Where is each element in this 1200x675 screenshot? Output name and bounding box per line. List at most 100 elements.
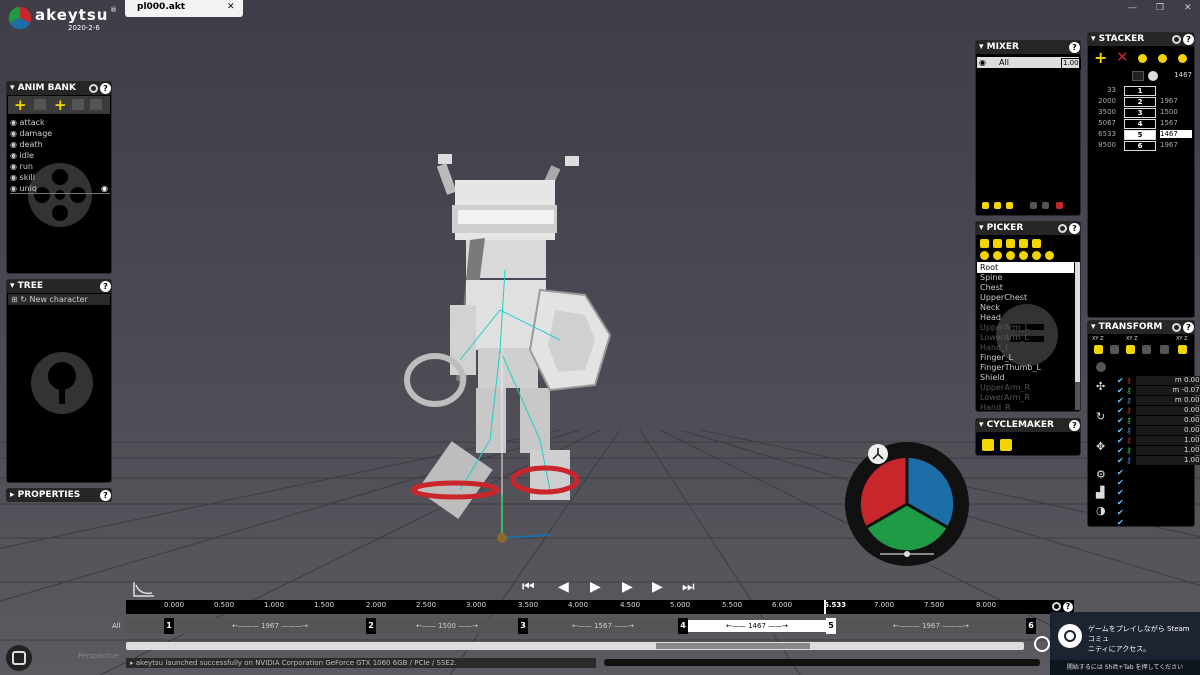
key-slot-selected[interactable]: 5 [1124, 130, 1156, 140]
rotate-z-field[interactable]: 0.000 [1136, 426, 1200, 435]
key-icon[interactable]: ⚷ [1126, 446, 1134, 455]
picker-settings-icon[interactable] [1058, 224, 1067, 233]
scale-icon[interactable]: ✥ [1096, 440, 1105, 453]
play-icon[interactable]: ▶ [590, 579, 601, 595]
anim-item[interactable]: ◉ run [10, 161, 33, 172]
stacker-clock-icon[interactable] [1148, 71, 1158, 81]
pick-bone-icon[interactable] [1006, 239, 1015, 248]
x-checkbox[interactable]: ✔ [1117, 436, 1125, 445]
key-marker[interactable]: 2 [366, 618, 376, 634]
key-icon[interactable]: ⚷ [1126, 426, 1134, 435]
tangent-icon[interactable]: ⚙ [1096, 468, 1106, 481]
file-tab[interactable]: pl000.akt ✕ [125, 0, 243, 17]
manipulator-wheel[interactable] [840, 436, 975, 566]
key-loop-icon[interactable] [1178, 54, 1187, 63]
viewport-menu-button[interactable] [6, 645, 32, 671]
add-anim-icon[interactable]: + [54, 96, 67, 114]
checkbox[interactable]: ✔ [1117, 508, 1125, 517]
transform-settings-icon[interactable] [1172, 323, 1181, 332]
eye-icon[interactable]: ◉ [979, 57, 986, 68]
duplicate-icon[interactable] [72, 99, 84, 110]
lock-icon[interactable] [1178, 345, 1187, 354]
pick-circle-icon[interactable] [1045, 251, 1054, 260]
timeline-scrollbar[interactable] [126, 642, 1024, 650]
mixer-tool-icon[interactable] [1030, 202, 1037, 209]
z-checkbox[interactable]: ✔ [1117, 396, 1125, 405]
key-duration-selected[interactable]: 1467 [1160, 130, 1192, 138]
key-marker[interactable]: 6 [1026, 618, 1036, 634]
go-to-end-icon[interactable]: ⏭ [682, 579, 695, 595]
checkbox[interactable]: ✔ [1117, 518, 1125, 527]
key-icon[interactable]: ⚷ [1126, 396, 1134, 405]
pick-circle-icon[interactable] [1006, 251, 1015, 260]
anim-item[interactable]: ◉ attack [10, 117, 45, 128]
lock-icon[interactable] [1126, 345, 1135, 354]
timeline-settings-icon[interactable] [1052, 602, 1061, 611]
folder-icon[interactable] [34, 99, 46, 110]
checkbox[interactable]: ✔ [1117, 478, 1125, 487]
cyclemaker-header[interactable]: ▾ CYCLEMAKER [976, 419, 1080, 432]
play-forward-icon[interactable]: ▶ [622, 579, 633, 595]
properties-help-button[interactable]: ? [100, 490, 111, 501]
anim-item-selected[interactable]: ◉ uniq ◉ [10, 183, 110, 194]
rotate-x-field[interactable]: 0.000 [1136, 406, 1200, 415]
y-checkbox[interactable]: ✔ [1117, 386, 1125, 395]
key-slot[interactable]: 4 [1124, 119, 1156, 129]
tree-help-button[interactable]: ? [100, 281, 111, 292]
key-marker[interactable]: 4 [678, 618, 688, 634]
tree-root-node[interactable]: ⊞ ↻ New character [8, 294, 110, 305]
cyclemaker-help-button[interactable]: ? [1069, 420, 1080, 431]
bone-list-scrollbar[interactable] [1075, 262, 1080, 410]
rotate-y-field[interactable]: 0.000 [1136, 416, 1200, 425]
translate-z-field[interactable]: m 0.000 [1136, 396, 1200, 405]
key-marker[interactable]: 1 [164, 618, 174, 634]
timeline-help-button[interactable]: ? [1063, 602, 1073, 612]
key-slot[interactable]: 3 [1124, 108, 1156, 118]
zoom-icon[interactable] [1034, 636, 1050, 652]
rotate-icon[interactable]: ↻ [1096, 410, 1105, 423]
pick-circle-icon[interactable] [1019, 251, 1028, 260]
checkbox[interactable]: ✔ [1117, 488, 1125, 497]
close-window-button[interactable]: ✕ [1184, 3, 1192, 13]
pick-circle-icon[interactable] [993, 251, 1002, 260]
pick-bone-icon[interactable] [993, 239, 1002, 248]
maximize-button[interactable]: ❐ [1156, 3, 1164, 13]
file-tab-close-button[interactable]: ✕ [227, 2, 235, 12]
key-icon[interactable]: ⚷ [1126, 436, 1134, 445]
stairs-icon[interactable]: ▟ [1096, 486, 1104, 499]
key-slot[interactable]: 1 [1124, 86, 1156, 96]
previous-key-icon[interactable]: ◀ [558, 579, 569, 595]
anim-item[interactable]: ◉ death [10, 139, 43, 150]
pick-circle-icon[interactable] [980, 251, 989, 260]
key-eye-icon[interactable] [1138, 54, 1147, 63]
key-segment[interactable]: ←——— 1967 ———→ [836, 618, 1026, 634]
eye-icon[interactable]: ◉ [101, 183, 108, 194]
pose-icon[interactable] [1110, 345, 1119, 354]
move-icon[interactable]: ✣ [1096, 380, 1105, 393]
mixer-help-button[interactable]: ? [1069, 42, 1080, 53]
mixer-row-all[interactable]: ◉ All 1.00 [977, 57, 1081, 69]
stacker-help-button[interactable]: ? [1183, 34, 1194, 45]
pick-bone-icon[interactable] [1032, 239, 1041, 248]
properties-header[interactable]: ▸ PROPERTIES [7, 489, 111, 502]
pose-icon[interactable] [1160, 345, 1169, 354]
character-model[interactable] [380, 150, 640, 550]
cluster-icon[interactable] [1096, 362, 1106, 372]
power-icon[interactable] [1094, 345, 1103, 354]
key-segment-selected[interactable]: ←—— 1467 ——→ [688, 620, 826, 632]
scale-z-field[interactable]: 1.000 [1136, 456, 1200, 465]
key-slot[interactable]: 6 [1124, 141, 1156, 151]
pick-bone-icon[interactable] [980, 239, 989, 248]
mixer-delete-icon[interactable] [1056, 202, 1063, 209]
anim-bank-help-button[interactable]: ? [100, 83, 111, 94]
pick-circle-icon[interactable] [1032, 251, 1041, 260]
anim-bank-settings-icon[interactable] [89, 84, 98, 93]
go-to-start-icon[interactable]: ⏮ [522, 579, 535, 595]
pose-icon[interactable] [1142, 345, 1151, 354]
next-key-icon[interactable]: ▶ [652, 579, 663, 595]
stacker-settings-icon[interactable] [1172, 35, 1181, 44]
key-icon[interactable]: ⚷ [1126, 406, 1134, 415]
key-icon[interactable]: ⚷ [1126, 456, 1134, 465]
add-key-icon[interactable]: + [1094, 48, 1107, 67]
key-segment[interactable]: ←—— 1500 ——→ [376, 618, 518, 634]
